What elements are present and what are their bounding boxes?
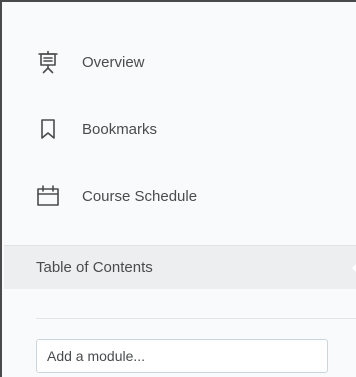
caret-left-icon bbox=[352, 262, 356, 274]
sidebar-item-bookmarks[interactable]: Bookmarks bbox=[36, 114, 157, 144]
bookmark-icon bbox=[36, 117, 60, 141]
sidebar-item-label: Course Schedule bbox=[82, 187, 198, 205]
sidebar-item-label: Overview bbox=[82, 53, 145, 71]
add-module-input[interactable] bbox=[36, 339, 328, 373]
sidebar-item-overview[interactable]: Overview bbox=[36, 47, 145, 77]
content-sidebar-panel: Overview Bookmarks Course Schedule Table… bbox=[0, 0, 356, 377]
toc-title: Table of Contents bbox=[36, 259, 153, 276]
calendar-icon bbox=[36, 184, 60, 208]
sidebar-item-label: Bookmarks bbox=[82, 120, 158, 138]
presentation-board-icon bbox=[36, 50, 60, 74]
sidebar-item-course-schedule[interactable]: Course Schedule bbox=[36, 181, 197, 211]
table-of-contents-header[interactable]: Table of Contents bbox=[4, 245, 356, 289]
divider bbox=[36, 318, 356, 319]
